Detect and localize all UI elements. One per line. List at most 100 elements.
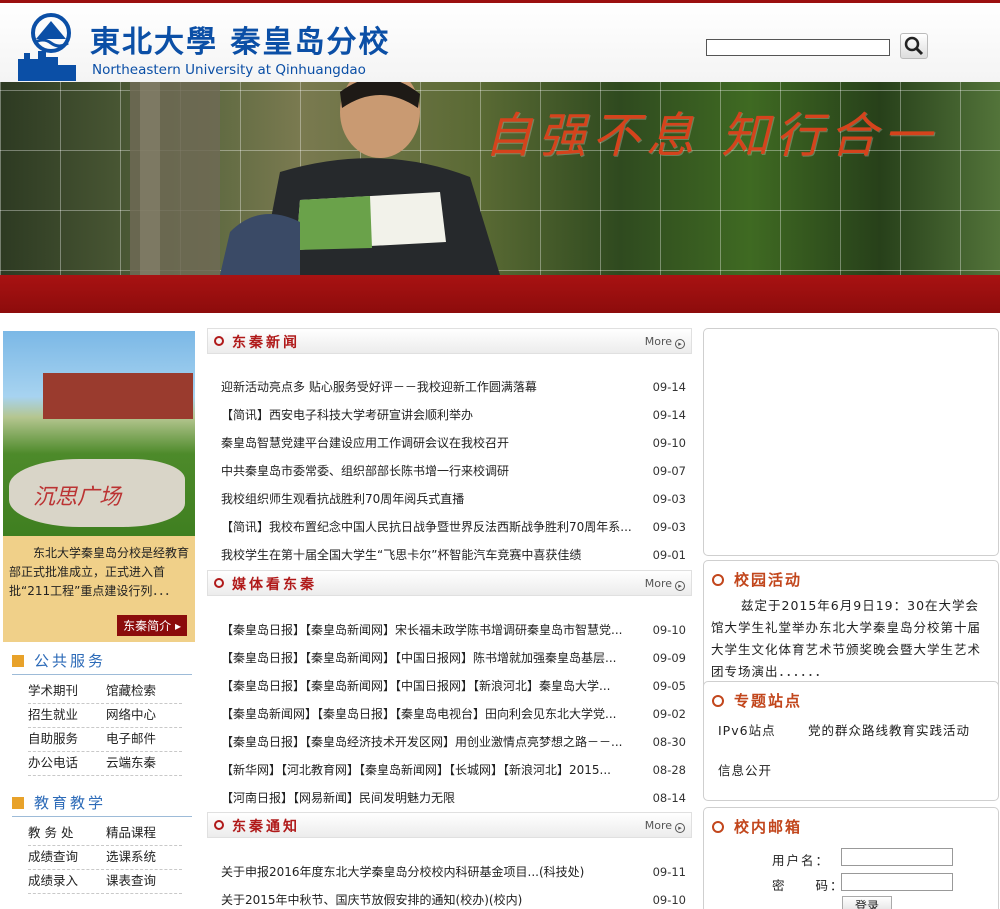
media-item-date: 08-30 [652, 735, 686, 749]
search-button[interactable] [900, 33, 928, 59]
list-item[interactable]: 【河南日报】【网易新闻】民间发明魅力无限 08-14 [207, 784, 692, 812]
campus-stone-inscription: 沉思广场 [33, 485, 122, 510]
news-item-title[interactable]: 秦皇岛智慧党建平台建设应用工作调研会议在我校召开 [221, 429, 641, 457]
news-item-title[interactable]: 【简讯】我校布置纪念中国人民抗日战争暨世界反法西斯战争胜利70周年系... [221, 513, 641, 541]
topics-title: 专题站点 [734, 692, 803, 710]
username-field[interactable] [841, 848, 953, 866]
news-item-date: 09-14 [652, 408, 686, 422]
password-field[interactable] [841, 873, 953, 891]
magnifier-icon [904, 36, 924, 56]
mailbox-title: 校内邮箱 [734, 818, 803, 836]
media-item-title[interactable]: 【秦皇岛新闻网】【秦皇岛日报】【秦皇岛电视台】田向利会见东北大学党... [221, 700, 641, 728]
link-timetable-query[interactable]: 课表查询 [106, 870, 182, 894]
link-admissions[interactable]: 招生就业 [28, 704, 104, 728]
topic-link-ipv6[interactable]: IPv6站点 [718, 720, 776, 739]
news-item-title[interactable]: 【简讯】西安电子科技大学考研宣讲会顺利举办 [221, 401, 641, 429]
media-item-title[interactable]: 【秦皇岛日报】【秦皇岛新闻网】【中国日报网】陈书增就加强秦皇岛基层... [221, 644, 641, 672]
news-item-title[interactable]: 我校组织师生观看抗战胜利70周年阅兵式直播 [221, 485, 641, 513]
list-item[interactable]: 【新华网】【河北教育网】【秦皇岛新闻网】【长城网】【新浪河北】2015... 08… [207, 756, 692, 784]
list-item[interactable]: 【秦皇岛新闻网】【秦皇岛日报】【秦皇岛电视台】田向利会见东北大学党... 09-0… [207, 700, 692, 728]
public-services-links: 学术期刊 馆藏检索 招生就业 网络中心 自助服务 电子邮件 办公电话 云端东秦 [28, 680, 188, 776]
public-services-heading: 公共服务 [12, 650, 106, 671]
notice-item-title[interactable]: 关于2015年中秋节、国庆节放假安排的通知(校办)(校内) [221, 886, 641, 909]
link-course-selection[interactable]: 选课系统 [106, 846, 182, 870]
notices-more-link[interactable]: More ▸ [645, 819, 685, 833]
list-item[interactable]: 【秦皇岛日报】【秦皇岛经济技术开发区网】用创业激情点亮梦想之路－－... 08-3… [207, 728, 692, 756]
campus-activity-text[interactable]: 兹定于2015年6月9日19：30在大学会馆大学生礼堂举办东北大学秦皇岛分校第十… [711, 595, 992, 683]
more-label: More [644, 819, 672, 832]
news-item-date: 09-03 [652, 520, 686, 534]
news-list: 迎新活动亮点多 贴心服务受好评－－我校迎新工作圆满落幕 09-14 【简讯】西安电… [207, 373, 692, 569]
school-intro-box: 东北大学秦皇岛分校是经教育部正式批准成立，正式进入首批“211工程”重点建设行列… [3, 536, 195, 642]
list-item[interactable]: 【秦皇岛日报】【秦皇岛新闻网】【中国日报网】【新浪河北】秦皇岛大学... 09-0… [207, 672, 692, 700]
list-item[interactable]: 关于2015年中秋节、国庆节放假安排的通知(校办)(校内) 09-10 [207, 886, 692, 909]
media-more-link[interactable]: More ▸ [645, 577, 685, 591]
news-item-date: 09-01 [652, 548, 686, 562]
arrow-right-icon: ▸ [174, 619, 181, 633]
link-self-service[interactable]: 自助服务 [28, 728, 104, 752]
list-item[interactable]: 【秦皇岛日报】【秦皇岛新闻网】【中国日报网】陈书增就加强秦皇岛基层... 09-0… [207, 644, 692, 672]
media-item-title[interactable]: 【新华网】【河北教育网】【秦皇岛新闻网】【长城网】【新浪河北】2015... [221, 756, 641, 784]
education-heading: 教育教学 [12, 792, 106, 813]
mailbox-panel: 校内邮箱 用户名： 密 码： 登录 [703, 807, 999, 909]
list-item[interactable]: 【秦皇岛日报】【秦皇岛新闻网】宋长福未政学陈书增调研秦皇岛市智慧党... 09-1… [207, 616, 692, 644]
notices-header: 东秦通知 More ▸ [207, 812, 692, 838]
arrow-circle-icon: ▸ [675, 339, 685, 349]
mailbox-heading: 校内邮箱 [712, 816, 802, 837]
topic-link-info-disclosure[interactable]: 信息公开 [718, 760, 772, 779]
list-item[interactable]: 【简讯】西安电子科技大学考研宣讲会顺利举办 09-14 [207, 401, 692, 429]
link-cloud[interactable]: 云端东秦 [106, 752, 182, 776]
list-item[interactable]: 我校学生在第十届全国大学生“飞思卡尔”杯智能汽车竞赛中喜获佳绩 09-01 [207, 541, 692, 569]
news-title: 东秦新闻 [232, 335, 300, 351]
media-item-title[interactable]: 【秦皇岛日报】【秦皇岛经济技术开发区网】用创业激情点亮梦想之路－－... [221, 728, 641, 756]
square-bullet-icon [12, 655, 24, 667]
link-library-search[interactable]: 馆藏检索 [106, 680, 182, 704]
link-grade-entry[interactable]: 成绩录入 [28, 870, 104, 894]
public-services-title: 公共服务 [34, 652, 107, 670]
education-title: 教育教学 [34, 794, 107, 812]
news-more-link[interactable]: More ▸ [645, 335, 685, 349]
circle-bullet-icon [214, 336, 224, 346]
link-office-phone[interactable]: 办公电话 [28, 752, 104, 776]
news-item-date: 09-10 [652, 436, 686, 450]
news-item-title[interactable]: 我校学生在第十届全国大学生“飞思卡尔”杯智能汽车竞赛中喜获佳绩 [221, 541, 641, 569]
list-item[interactable]: 【简讯】我校布置纪念中国人民抗日战争暨世界反法西斯战争胜利70周年系... 09-… [207, 513, 692, 541]
link-email[interactable]: 电子邮件 [106, 728, 182, 752]
media-item-title[interactable]: 【河南日报】【网易新闻】民间发明魅力无限 [221, 784, 641, 812]
circle-bullet-icon [214, 820, 224, 830]
link-grade-query[interactable]: 成绩查询 [28, 846, 104, 870]
media-item-title[interactable]: 【秦皇岛日报】【秦皇岛新闻网】宋长福未政学陈书增调研秦皇岛市智慧党... [221, 616, 641, 644]
notices-title: 东秦通知 [232, 819, 300, 835]
list-item[interactable]: 中共秦皇岛市委常委、组织部部长陈书增一行来校调研 09-07 [207, 457, 692, 485]
login-button[interactable]: 登录 [842, 896, 892, 909]
search-input[interactable] [706, 39, 890, 56]
news-item-title[interactable]: 中共秦皇岛市委常委、组织部部长陈书增一行来校调研 [221, 457, 641, 485]
divider [12, 674, 192, 675]
arrow-circle-icon: ▸ [675, 581, 685, 591]
media-item-date: 08-14 [652, 791, 686, 805]
hero-banner: 自强不息 知行合一 [0, 82, 1000, 275]
school-intro-button[interactable]: 东秦简介 ▸ [117, 615, 187, 636]
topic-link-mass-line[interactable]: 党的群众路线教育实践活动 [808, 720, 970, 739]
news-item-title[interactable]: 迎新活动亮点多 贴心服务受好评－－我校迎新工作圆满落幕 [221, 373, 641, 401]
link-journals[interactable]: 学术期刊 [28, 680, 104, 704]
list-item[interactable]: 我校组织师生观看抗战胜利70周年阅兵式直播 09-03 [207, 485, 692, 513]
notice-item-title[interactable]: 关于申报2016年度东北大学秦皇岛分校校内科研基金项目...(科技处) [221, 858, 641, 886]
nav-bar [0, 275, 1000, 313]
banner-student-illustration [130, 82, 500, 275]
link-academic-affairs[interactable]: 教 务 处 [28, 822, 104, 846]
notices-list: 关于申报2016年度东北大学秦皇岛分校校内科研基金项目...(科技处) 09-11… [207, 858, 692, 909]
media-item-date: 09-05 [652, 679, 686, 693]
brand-chinese-name: 東北大學 秦皇岛分校 [90, 25, 391, 60]
media-item-date: 09-09 [652, 651, 686, 665]
media-item-title[interactable]: 【秦皇岛日报】【秦皇岛新闻网】【中国日报网】【新浪河北】秦皇岛大学... [221, 672, 641, 700]
list-item[interactable]: 迎新活动亮点多 贴心服务受好评－－我校迎新工作圆满落幕 09-14 [207, 373, 692, 401]
list-item[interactable]: 关于申报2016年度东北大学秦皇岛分校校内科研基金项目...(科技处) 09-11 [207, 858, 692, 886]
link-quality-courses[interactable]: 精品课程 [106, 822, 182, 846]
media-header: 媒体看东秦 More ▸ [207, 570, 692, 596]
link-network-center[interactable]: 网络中心 [106, 704, 182, 728]
topics-heading: 专题站点 [712, 690, 802, 711]
list-item[interactable]: 秦皇岛智慧党建平台建设应用工作调研会议在我校召开 09-10 [207, 429, 692, 457]
notice-item-date: 09-10 [652, 893, 686, 907]
university-logo-icon[interactable] [18, 13, 76, 81]
